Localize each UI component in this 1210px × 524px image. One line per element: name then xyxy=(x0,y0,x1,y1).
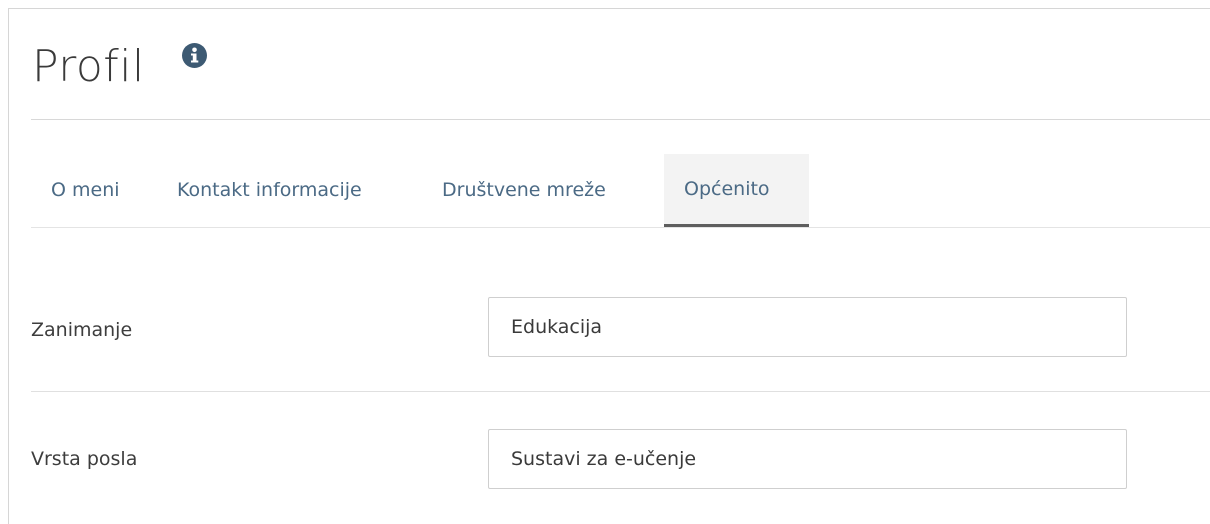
info-icon[interactable] xyxy=(182,43,207,68)
profile-panel: Profil O meni Kontakt informacije Društv… xyxy=(8,8,1210,524)
occupation-input[interactable] xyxy=(488,297,1127,357)
form-row-job-type: Vrsta posla xyxy=(31,392,1210,512)
tab-opcenito[interactable]: Općenito xyxy=(664,154,809,227)
occupation-label: Zanimanje xyxy=(31,319,133,341)
profile-tabs: O meni Kontakt informacije Društvene mre… xyxy=(31,154,1210,228)
page-header: Profil xyxy=(31,9,1210,120)
page-title: Profil xyxy=(32,41,145,92)
job-type-input[interactable] xyxy=(488,429,1127,489)
tab-drustvene-mreze[interactable]: Društvene mreže xyxy=(442,154,606,227)
tab-o-meni[interactable]: O meni xyxy=(51,154,120,227)
form-row-occupation: Zanimanje xyxy=(31,271,1210,392)
tab-kontakt-informacije[interactable]: Kontakt informacije xyxy=(177,154,362,227)
job-type-label: Vrsta posla xyxy=(31,448,138,470)
